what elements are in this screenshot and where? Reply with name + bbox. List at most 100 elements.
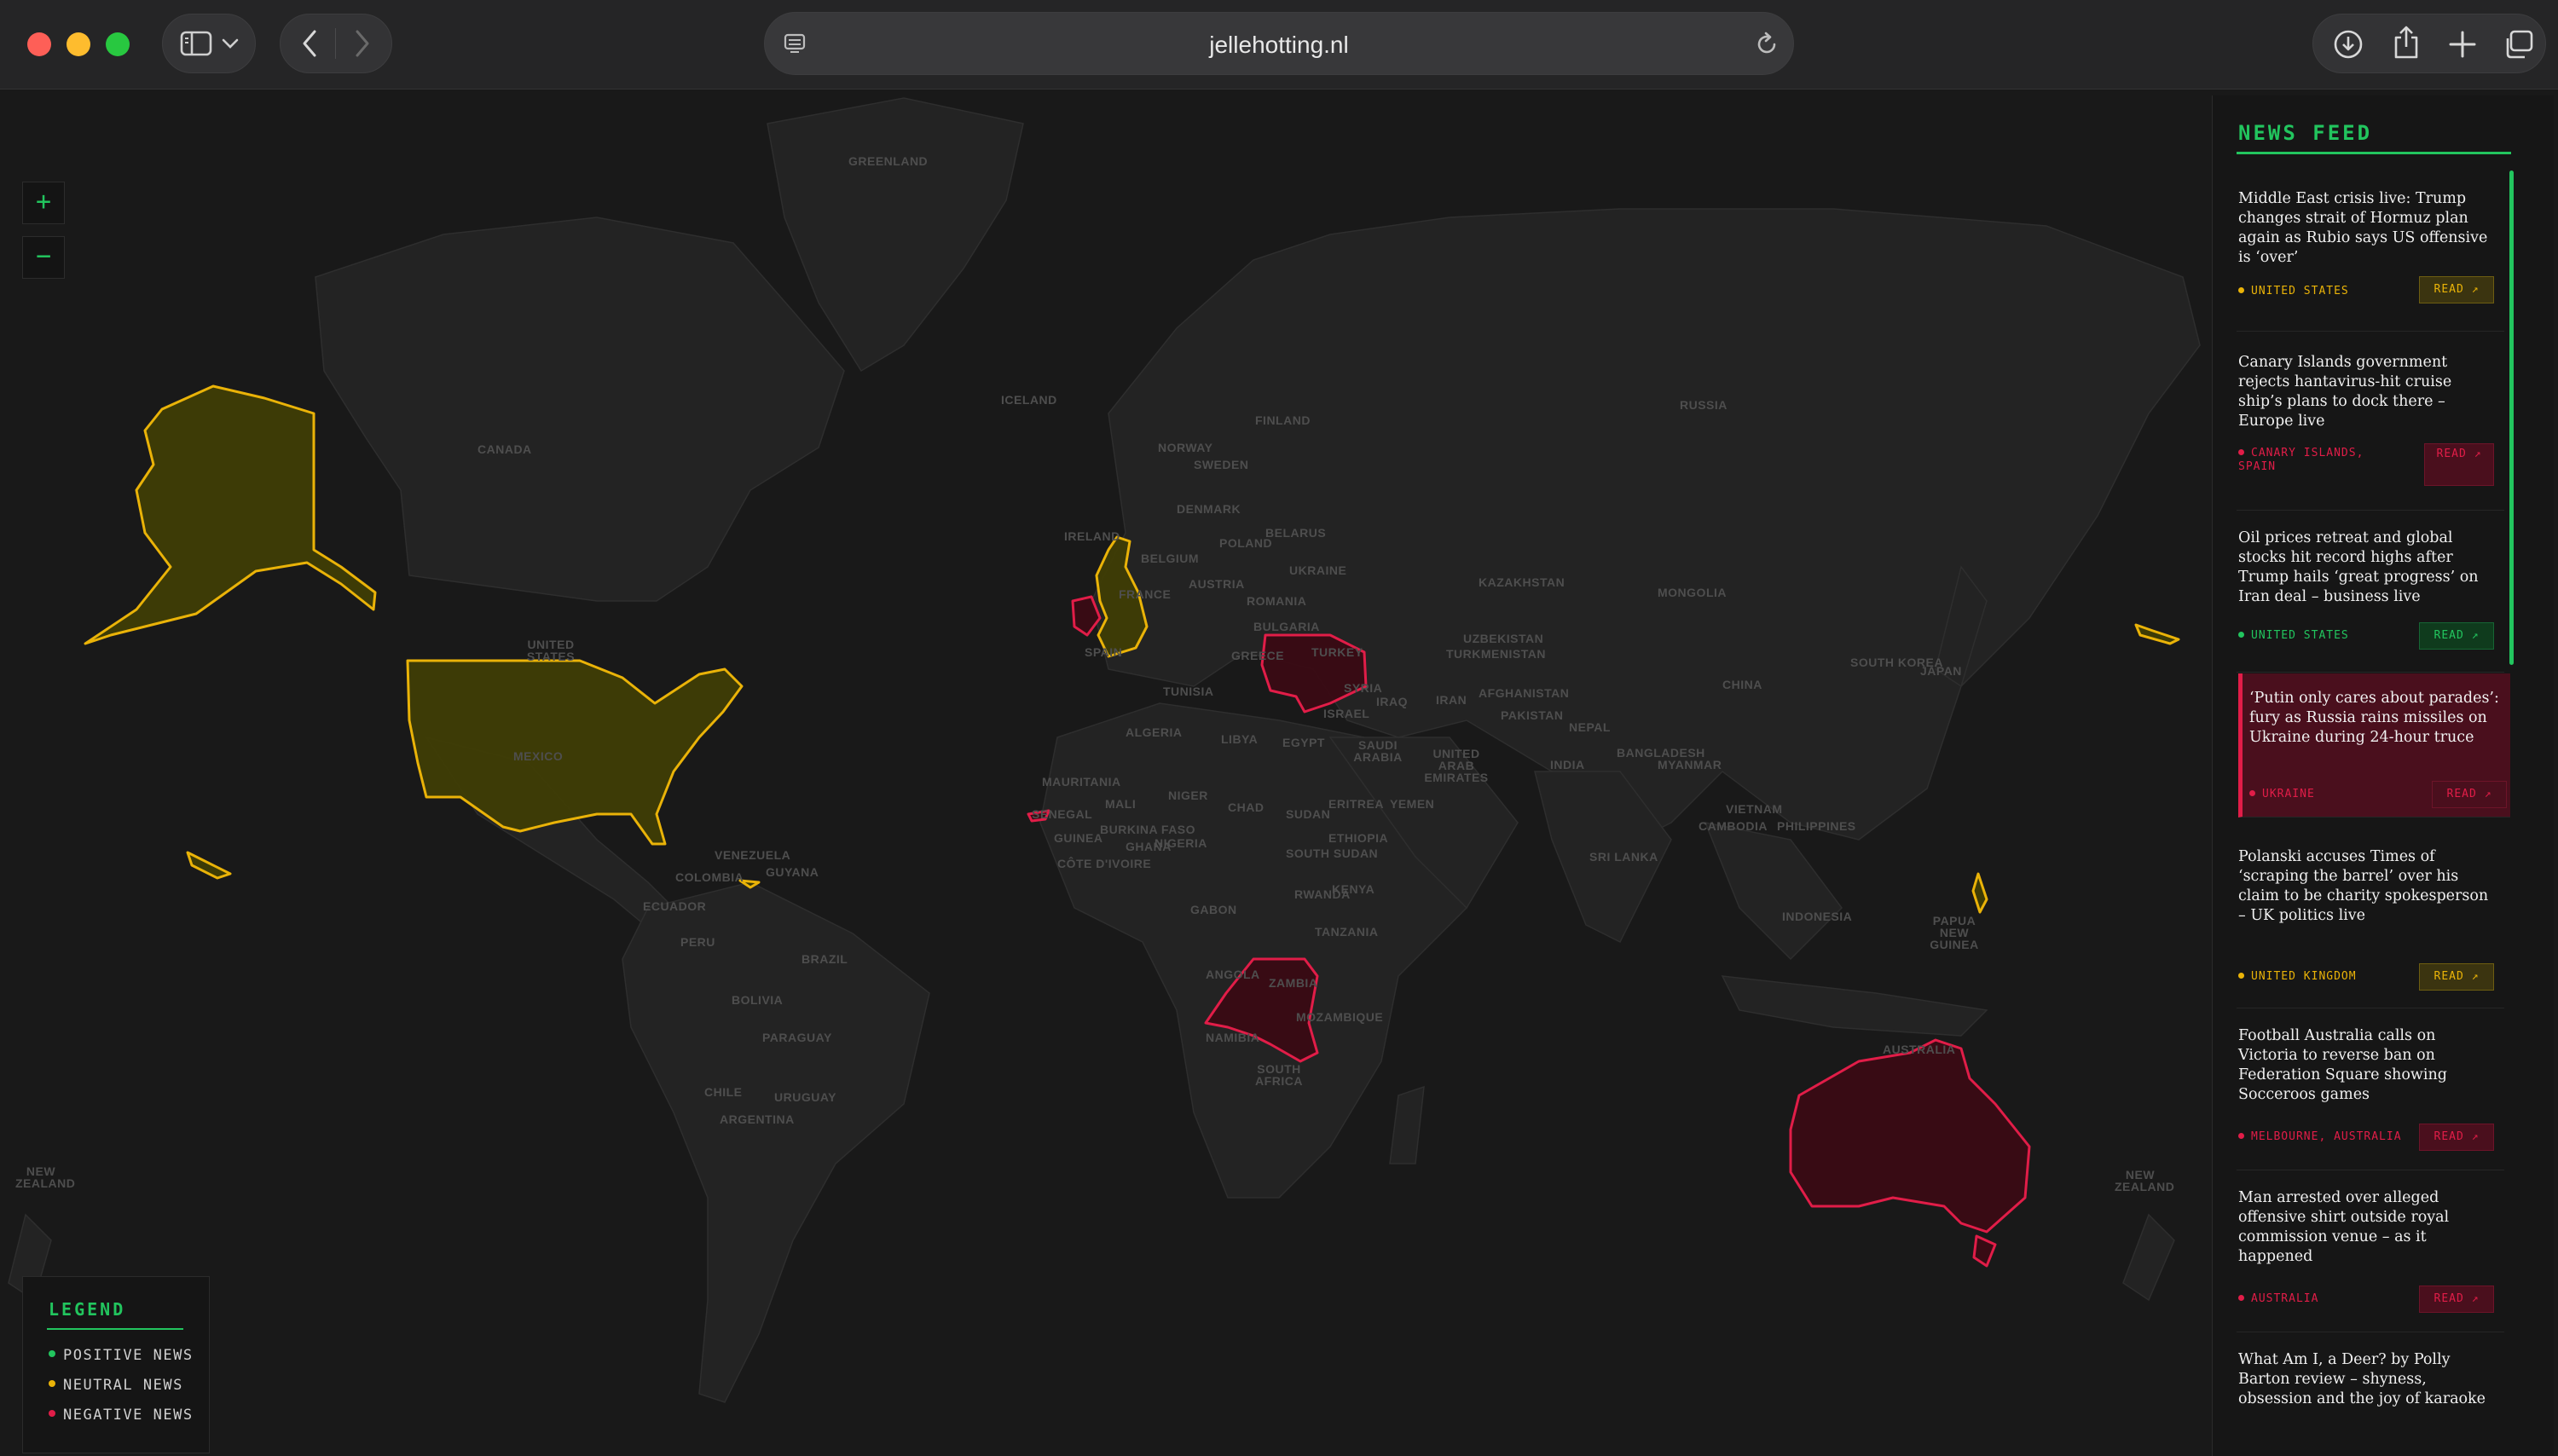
news-item[interactable]: What Am I, a Deer? by Polly Barton revie…	[2237, 1340, 2504, 1456]
news-item[interactable]: Middle East crisis live: Trump changes s…	[2237, 179, 2504, 332]
news-headline: Oil prices retreat and global stocks hit…	[2238, 529, 2479, 605]
read-button[interactable]: READ ↗	[2419, 1124, 2494, 1151]
map-label-venezuela: VENEZUELA	[715, 848, 791, 862]
map-label-rwanda: RWANDA	[1294, 887, 1351, 901]
map-label-poland: POLAND	[1219, 536, 1273, 550]
map-label-gabon: GABON	[1190, 903, 1237, 916]
chevron-down-icon	[222, 38, 239, 49]
news-feed-title: NEWS FEED	[2238, 121, 2373, 145]
alaska-highlight	[84, 384, 377, 645]
read-button[interactable]: READ ↗	[2419, 276, 2494, 303]
map-label-greenland: GREENLAND	[848, 154, 929, 168]
australia-highlight	[1789, 1038, 2031, 1234]
news-headline: ‘Putin only cares about parades’: fury a…	[2249, 690, 2499, 746]
usa-highlight	[406, 659, 744, 846]
news-feed-scrollbar[interactable]	[2509, 170, 2514, 665]
map-label-saudi-arabia: SAUDI ARABIA	[1353, 738, 1403, 764]
neutral-dot-icon	[2238, 287, 2244, 293]
news-headline: Polanski accuses Times of ‘scraping the …	[2238, 848, 2489, 924]
neutral-dot-icon	[2238, 973, 2244, 979]
south-america-landmass	[622, 881, 930, 1403]
read-button[interactable]: READ ↗	[2419, 963, 2494, 991]
read-button[interactable]: READ ↗	[2419, 1286, 2494, 1313]
map-label-cote-divoire: CÔTE D'IVOIRE	[1057, 857, 1152, 870]
southeast-asia-landmass	[1704, 821, 1843, 961]
map-label-philippines: PHILIPPINES	[1777, 819, 1856, 833]
map-label-iran: IRAN	[1436, 693, 1467, 707]
address-bar[interactable]: jellehotting.nl	[764, 12, 1794, 75]
zoom-in-button[interactable]: +	[22, 182, 65, 224]
map-label-myanmar: MYANMAR	[1658, 758, 1722, 771]
map-label-libya: LIBYA	[1221, 732, 1259, 746]
tabs-overview-icon[interactable]	[2503, 28, 2535, 61]
map-label-spain: SPAIN	[1085, 645, 1123, 659]
map-label-afghanistan: AFGHANISTAN	[1479, 686, 1570, 700]
map-label-south-sudan: SOUTH SUDAN	[1286, 846, 1379, 860]
news-location: MELBOURNE, AUSTRALIA	[2238, 1130, 2402, 1144]
new-tab-icon[interactable]	[2448, 30, 2477, 59]
nav-divider	[335, 28, 336, 59]
map-label-ecuador: ECUADOR	[643, 899, 707, 913]
news-item[interactable]: Man arrested over alleged offensive shir…	[2237, 1178, 2504, 1332]
world-map[interactable]: GREENLAND ICELAND CANADA UNITED STATES M…	[0, 90, 2558, 1456]
map-label-uruguay: URUGUAY	[774, 1090, 836, 1104]
read-button[interactable]: READ ↗	[2419, 622, 2494, 650]
news-item[interactable]: Polanski accuses Times of ‘scraping the …	[2237, 837, 2504, 1008]
forward-icon[interactable]	[350, 28, 374, 59]
browser-toolbar: jellehotting.nl	[0, 0, 2558, 90]
map-label-canada: CANADA	[477, 442, 532, 456]
reload-icon[interactable]	[1754, 32, 1780, 57]
map-label-india: INDIA	[1550, 758, 1585, 771]
close-window-button[interactable]	[27, 32, 51, 56]
download-icon[interactable]	[2332, 28, 2364, 61]
sidebar-icon	[180, 31, 212, 56]
zoom-out-button[interactable]: −	[22, 236, 65, 279]
news-feed-divider	[2237, 152, 2511, 154]
news-item[interactable]: Canary Islands government rejects hantav…	[2237, 343, 2504, 511]
map-label-syria: SYRIA	[1344, 681, 1383, 695]
map-label-france: FRANCE	[1119, 587, 1172, 601]
negative-dot-icon	[2238, 449, 2244, 455]
map-label-paraguay: PARAGUAY	[762, 1031, 832, 1044]
sidebar-toggle-button[interactable]	[162, 14, 256, 73]
new-zealand-landmass	[2122, 1213, 2175, 1302]
map-label-bolivia: BOLIVIA	[732, 993, 784, 1007]
map-label-united-states: UNITED STATES	[526, 638, 576, 663]
map-label-angola: ANGOLA	[1206, 968, 1260, 981]
news-item-selected[interactable]: ‘Putin only cares about parades’: fury a…	[2238, 673, 2510, 818]
legend-item-positive: POSITIVE NEWS	[49, 1347, 194, 1364]
world-map-canvas[interactable]	[0, 90, 2558, 1456]
news-location: UKRAINE	[2249, 788, 2315, 801]
map-label-vietnam: VIETNAM	[1726, 802, 1783, 816]
share-icon[interactable]	[2392, 25, 2421, 61]
news-item[interactable]: Football Australia calls on Victoria to …	[2237, 1016, 2504, 1170]
map-label-finland: FINLAND	[1255, 413, 1311, 427]
map-label-guinea: GUINEA	[1054, 831, 1103, 845]
map-label-zambia: ZAMBIA	[1269, 976, 1318, 990]
negative-dot-icon	[2238, 1133, 2244, 1139]
map-label-eritrea: ERITREA	[1328, 797, 1384, 811]
news-headline: Middle East crisis live: Trump changes s…	[2238, 190, 2488, 266]
map-label-chad: CHAD	[1228, 800, 1265, 814]
legend-label: NEUTRAL NEWS	[63, 1377, 183, 1394]
news-feed-panel[interactable]: NEWS FEED Middle East crisis live: Trump…	[2212, 95, 2554, 1456]
map-label-nigeria: NIGERIA	[1155, 836, 1207, 850]
map-label-mauritania: MAURITANIA	[1042, 775, 1121, 789]
map-label-colombia: COLOMBIA	[675, 870, 744, 884]
neutral-dot-icon	[49, 1380, 55, 1387]
back-icon[interactable]	[298, 28, 321, 59]
read-button[interactable]: READ ↗	[2424, 443, 2494, 486]
negative-dot-icon	[2249, 790, 2255, 796]
map-label-israel: ISRAEL	[1323, 707, 1370, 720]
news-headline: What Am I, a Deer? by Polly Barton revie…	[2238, 1351, 2486, 1407]
news-item[interactable]: Oil prices retreat and global stocks hit…	[2237, 518, 2504, 673]
map-label-burkina-faso: BURKINA FASO	[1100, 823, 1196, 836]
maximize-window-button[interactable]	[106, 32, 130, 56]
map-label-new-zealand-west: NEW ZEALAND	[15, 1164, 76, 1190]
map-label-algeria: ALGERIA	[1126, 725, 1183, 739]
map-label-denmark: DENMARK	[1177, 502, 1241, 516]
read-button[interactable]: READ ↗	[2432, 781, 2507, 808]
minimize-window-button[interactable]	[67, 32, 90, 56]
map-label-new-zealand: NEW ZEALAND	[2115, 1168, 2175, 1193]
map-label-mexico: MEXICO	[513, 749, 564, 763]
